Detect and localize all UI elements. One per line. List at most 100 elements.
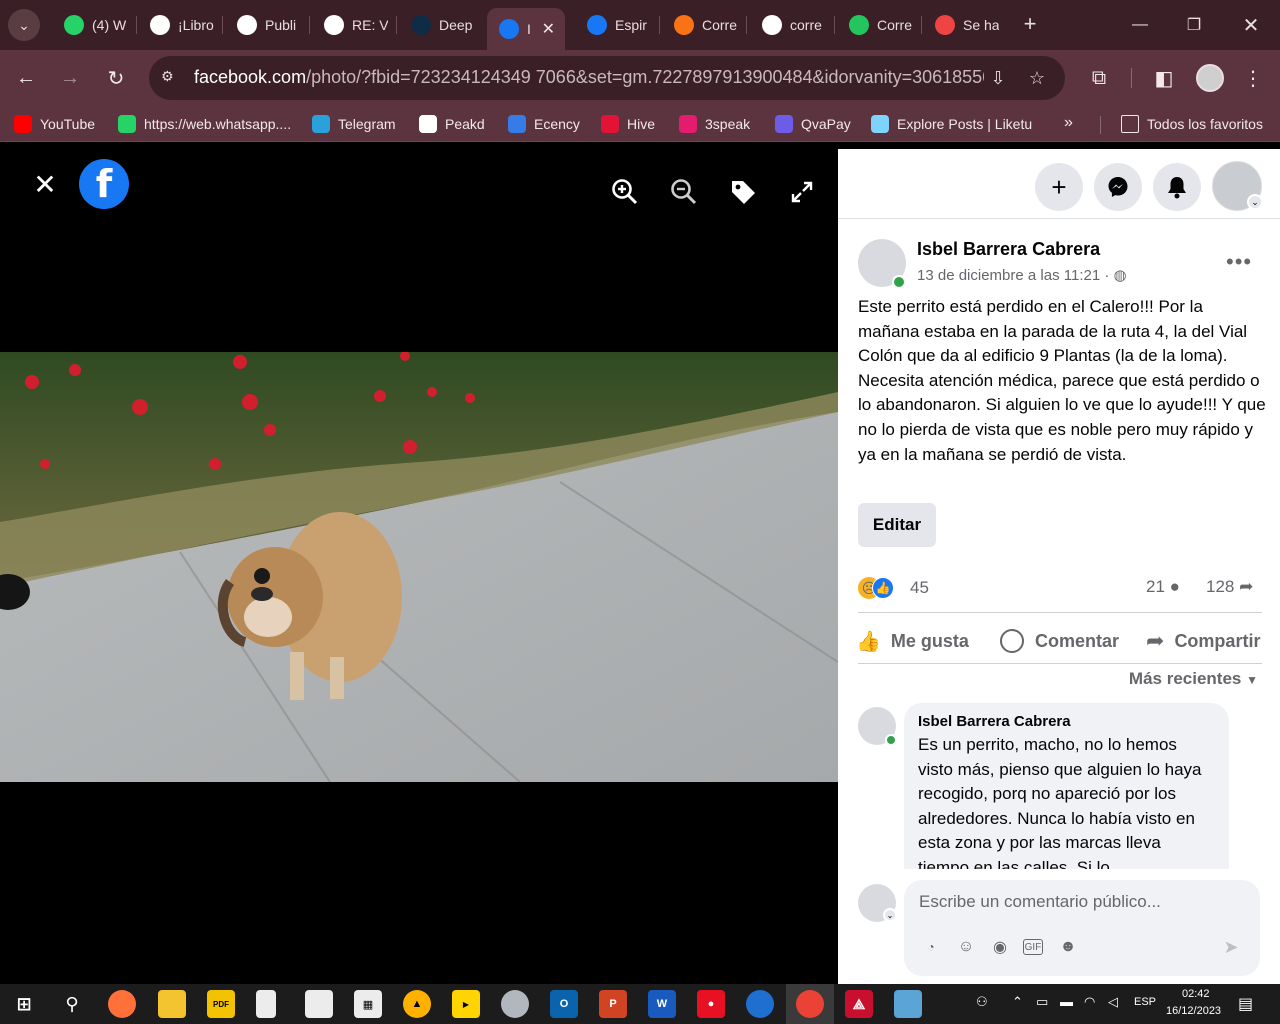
tab-close-icon[interactable]: ✕ [542, 19, 555, 39]
bookmark-qvapay[interactable]: QvaPay [775, 113, 851, 135]
tag-icon[interactable] [726, 175, 760, 209]
notifications-icon[interactable]: ▤ [1238, 994, 1253, 1014]
camera-icon[interactable]: ◉ [989, 936, 1011, 958]
extensions-icon[interactable]: ⧉ [1083, 62, 1115, 94]
create-plus-icon[interactable]: + [1035, 163, 1083, 211]
tab-2[interactable]: Publi [225, 8, 309, 42]
wifi-icon[interactable]: ◠ [1084, 994, 1095, 1010]
tab-search-button[interactable]: ⌄ [8, 9, 40, 41]
zoom-in-icon[interactable] [608, 175, 642, 209]
tab-0[interactable]: (4) W [52, 8, 136, 42]
tab-9[interactable]: Corre [837, 8, 921, 42]
post-options-icon[interactable]: ••• [1226, 249, 1252, 275]
side-panel-icon[interactable]: ◧ [1148, 62, 1180, 94]
tab-6[interactable]: Espir [575, 8, 659, 42]
comment-button[interactable]: Comentar [1000, 625, 1119, 657]
fullscreen-icon[interactable] [785, 175, 819, 209]
bookmark-telegram[interactable]: Telegram [312, 113, 396, 135]
close-viewer-icon[interactable]: ✕ [30, 169, 60, 200]
avatar-sticker-icon[interactable]: ◔ [920, 936, 942, 958]
install-app-icon[interactable]: ⇩ [986, 66, 1010, 90]
comment-composer[interactable]: Escribe un comentario público... ◔ ☺ ◉ G… [904, 880, 1260, 976]
zoom-out-icon[interactable] [667, 175, 701, 209]
bookmark-whatsapp[interactable]: https://web.whatsapp.... [118, 113, 291, 135]
comment-sort-dropdown[interactable]: Más recientes ▼ [1129, 669, 1258, 689]
bookmark-ecency[interactable]: Ecency [508, 113, 580, 135]
bookmark-star-icon[interactable]: ☆ [1025, 66, 1049, 90]
menu-kebab-icon[interactable]: ⋮ [1237, 62, 1269, 94]
volume-icon[interactable]: ◁ [1108, 994, 1118, 1010]
tab-1[interactable]: ¡Libro [138, 8, 222, 42]
firefox-icon[interactable] [108, 990, 136, 1018]
windows-start-icon[interactable]: ⊞ [10, 990, 38, 1018]
vlc-style-icon[interactable]: ▲ [403, 990, 431, 1018]
tab-10[interactable]: Se ha [923, 8, 1007, 42]
shares-count[interactable]: 128 ➦ [1206, 577, 1253, 597]
close-window-button[interactable]: ✕ [1228, 10, 1274, 40]
search-icon[interactable]: ⚲ [58, 990, 86, 1018]
bookmark-liketu[interactable]: Explore Posts | Liketu [871, 113, 1032, 135]
screen-recorder-icon[interactable]: ● [697, 990, 725, 1018]
notifications-bell-icon[interactable] [1153, 163, 1201, 211]
people-icon[interactable]: ⚇ [976, 994, 988, 1010]
tab-3[interactable]: RE: V [312, 8, 396, 42]
player-icon[interactable]: ▶ [452, 990, 480, 1018]
tab-7[interactable]: Corre [662, 8, 746, 42]
more-bookmarks-icon[interactable]: » [1064, 114, 1073, 132]
photos-icon[interactable] [894, 990, 922, 1018]
tray-expand-icon[interactable]: ⌃ [1012, 994, 1023, 1010]
language-indicator[interactable]: ESP [1134, 996, 1156, 1008]
device-icon[interactable]: ▭ [1036, 994, 1048, 1010]
bookmark-hive[interactable]: Hive [601, 113, 655, 135]
cloud-icon[interactable] [746, 990, 774, 1018]
minimize-button[interactable]: — [1117, 10, 1163, 40]
address-bar[interactable]: ⚙ facebook.com/photo/?fbid=723234124349 … [149, 56, 1065, 100]
new-tab-button[interactable]: + [1016, 10, 1044, 38]
bookmark-3speak[interactable]: 3speak [679, 113, 750, 135]
comments-count[interactable]: 21 ● [1146, 577, 1180, 597]
reactions-summary[interactable]: ☹ 👍 45 [858, 575, 929, 601]
bookmark-peakd[interactable]: Peakd [419, 113, 485, 135]
restore-button[interactable]: ❐ [1171, 10, 1217, 40]
site-info-icon[interactable]: ⚙ [161, 68, 181, 88]
pdf-app-icon[interactable]: PDF [207, 990, 235, 1018]
tab-4[interactable]: Deep [399, 8, 483, 42]
sticker-icon[interactable]: ☻ [1057, 936, 1079, 958]
dog-photo[interactable] [0, 352, 838, 782]
calculator-icon[interactable]: ▦ [354, 990, 382, 1018]
facebook-logo-icon[interactable]: f [79, 159, 129, 209]
camera-app-icon[interactable] [305, 990, 333, 1018]
tab-5[interactable]: I ✕ [487, 8, 565, 50]
share-button[interactable]: ➦ Compartir [1146, 625, 1260, 657]
post-timestamp[interactable]: 13 de diciembre a las 11:21 · ◍ [917, 266, 1127, 284]
clock-date[interactable]: 16/12/2023 [1166, 1005, 1221, 1017]
file-explorer-icon[interactable] [158, 990, 186, 1018]
like-button[interactable]: 👍 Me gusta [856, 625, 969, 657]
back-button[interactable]: ← [10, 62, 42, 94]
notepad-icon[interactable] [256, 990, 276, 1018]
powerpoint-icon[interactable]: P [599, 990, 627, 1018]
post-author[interactable]: Isbel Barrera Cabrera [917, 239, 1100, 260]
send-icon[interactable]: ➤ [1220, 936, 1242, 958]
panda-icon[interactable] [501, 990, 529, 1018]
composer-avatar-chevron-icon[interactable]: ⌄ [883, 908, 897, 922]
battery-icon[interactable]: ▬ [1060, 994, 1073, 1009]
edit-button[interactable]: Editar [858, 503, 936, 547]
gif-icon[interactable]: GIF [1023, 939, 1043, 955]
reload-button[interactable]: ↻ [100, 62, 132, 94]
chrome-icon[interactable] [796, 990, 824, 1018]
emoji-icon[interactable]: ☺ [955, 936, 977, 958]
account-chevron-icon[interactable]: ⌄ [1247, 194, 1263, 210]
url-text[interactable]: facebook.com/photo/?fbid=723234124349 70… [194, 67, 984, 89]
clock-time[interactable]: 02:42 [1182, 988, 1210, 1000]
forward-button[interactable]: → [54, 62, 86, 94]
comment-input[interactable]: Escribe un comentario público... [919, 892, 1161, 912]
word-icon[interactable]: W [648, 990, 676, 1018]
comment-author[interactable]: Isbel Barrera Cabrera [918, 713, 1215, 730]
all-bookmarks-folder[interactable]: Todos los favoritos [1121, 113, 1263, 135]
bookmark-youtube[interactable]: YouTube [14, 113, 95, 135]
tab-8[interactable]: corre [750, 8, 834, 42]
messenger-icon[interactable] [1094, 163, 1142, 211]
profile-avatar[interactable] [1196, 64, 1224, 92]
outlook-icon[interactable]: O [550, 990, 578, 1018]
